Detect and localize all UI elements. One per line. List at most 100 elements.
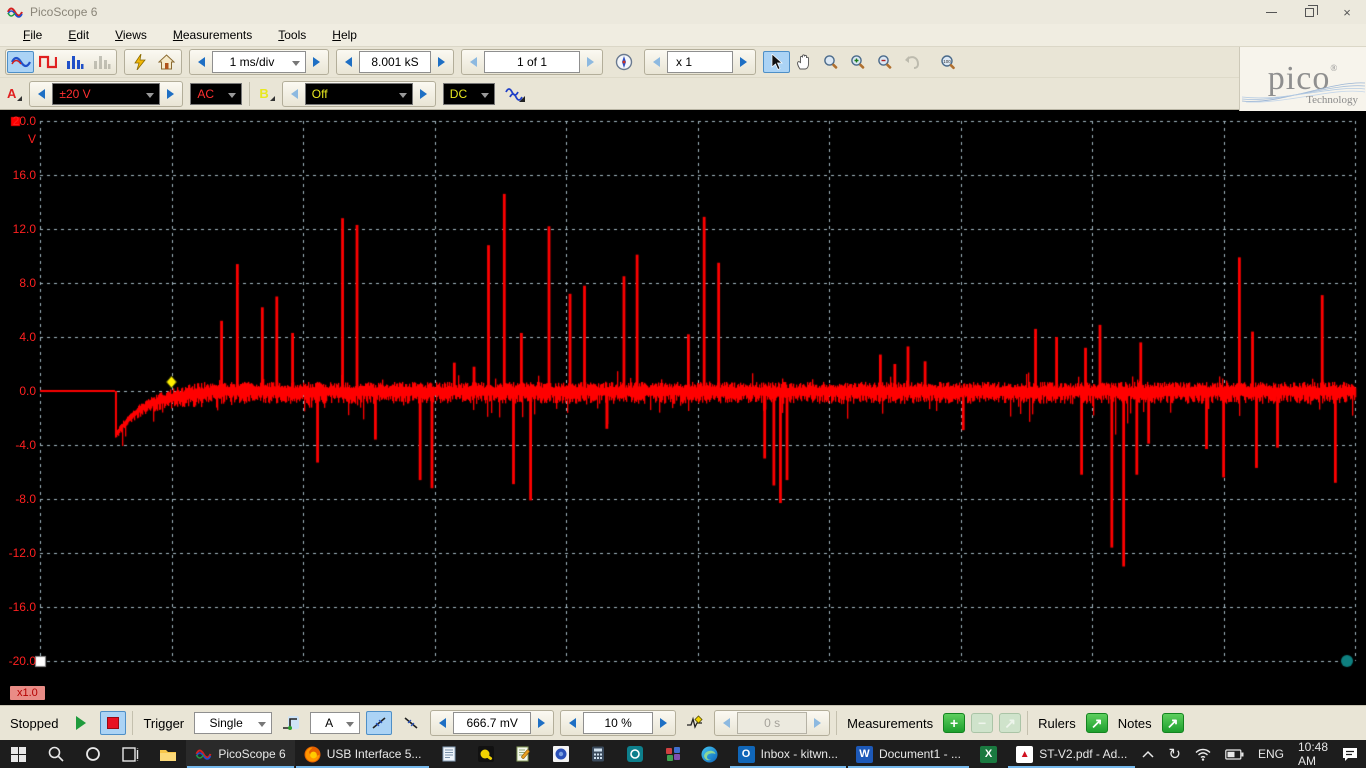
zoom-prev-button[interactable] bbox=[646, 51, 667, 73]
range-a-next-button[interactable] bbox=[160, 83, 181, 105]
menu-edit[interactable]: Edit bbox=[55, 25, 102, 45]
close-button[interactable]: × bbox=[1328, 0, 1366, 24]
trigger-level-field[interactable]: 666.7 mV bbox=[453, 712, 531, 734]
start-button[interactable] bbox=[0, 740, 37, 768]
search-button[interactable] bbox=[37, 740, 74, 768]
taskbar-app-teal[interactable] bbox=[617, 740, 654, 768]
trigger-timing-button[interactable] bbox=[682, 711, 708, 735]
samples-next-button[interactable] bbox=[431, 51, 452, 73]
spectrum-view-button[interactable] bbox=[61, 51, 88, 73]
taskbar-app-excel[interactable]: X bbox=[970, 740, 1007, 768]
menu-measurements[interactable]: Measurements bbox=[160, 25, 265, 45]
add-measurement-button[interactable]: + bbox=[943, 713, 965, 733]
signal-generator-button[interactable] bbox=[502, 83, 529, 105]
edit-measurement-button[interactable]: ↗ bbox=[999, 713, 1021, 733]
tray-sync-icon[interactable]: ↻ bbox=[1162, 740, 1187, 768]
timebase-select[interactable]: 1 ms/div bbox=[212, 51, 306, 73]
channel-b-menu[interactable]: B bbox=[257, 84, 274, 103]
taskbar-app-yellow-tool[interactable] bbox=[468, 740, 505, 768]
channel-a-coupling-select[interactable]: AC bbox=[190, 83, 242, 105]
delay-up-button[interactable] bbox=[807, 712, 828, 734]
channel-b-range-select[interactable]: Off bbox=[305, 83, 413, 105]
zoom-out-tool[interactable] bbox=[871, 51, 898, 73]
minimize-button[interactable] bbox=[1252, 0, 1290, 24]
channel-b-coupling-select[interactable]: DC bbox=[443, 83, 495, 105]
tray-clock[interactable]: 10:48 AM bbox=[1292, 740, 1334, 768]
page-next-button[interactable] bbox=[580, 51, 601, 73]
task-view-button[interactable] bbox=[112, 740, 149, 768]
stop-icon bbox=[107, 717, 119, 729]
zoom-factor-field[interactable]: x 1 bbox=[667, 51, 733, 73]
range-b-prev-button[interactable] bbox=[284, 83, 305, 105]
menu-tools[interactable]: Tools bbox=[265, 25, 319, 45]
start-button[interactable] bbox=[68, 711, 94, 735]
tray-show-hidden-button[interactable] bbox=[1136, 740, 1160, 768]
taskbar-app-outlook[interactable]: O Inbox - kitwn... bbox=[729, 740, 847, 768]
rising-edge-button[interactable] bbox=[366, 711, 392, 735]
level-up-button[interactable] bbox=[531, 712, 552, 734]
trigger-mode-select[interactable]: Single bbox=[194, 712, 272, 734]
delay-down-button[interactable] bbox=[716, 712, 737, 734]
taskbar-app-blue-disc[interactable] bbox=[542, 740, 579, 768]
falling-edge-button[interactable] bbox=[398, 711, 424, 735]
teal-app-icon bbox=[627, 746, 643, 762]
taskbar-app-notepadpp[interactable] bbox=[505, 740, 542, 768]
taskbar-app-notepad[interactable] bbox=[430, 740, 467, 768]
taskbar-app-word[interactable]: W Document1 - ... bbox=[847, 740, 970, 768]
trigger-source-select[interactable]: A bbox=[310, 712, 360, 734]
taskbar-app-firefox[interactable]: USB Interface 5... bbox=[295, 740, 431, 768]
timebase-prev-button[interactable] bbox=[191, 51, 212, 73]
hand-pan-tool[interactable] bbox=[790, 51, 817, 73]
tray-wifi-icon[interactable] bbox=[1189, 740, 1217, 768]
pretrigger-down-button[interactable] bbox=[562, 712, 583, 734]
level-down-button[interactable] bbox=[432, 712, 453, 734]
stop-button[interactable] bbox=[100, 711, 126, 735]
range-a-prev-button[interactable] bbox=[31, 83, 52, 105]
action-center-button[interactable] bbox=[1336, 740, 1364, 768]
taskbar-app-cluster[interactable] bbox=[654, 740, 691, 768]
buffer-navigator-button[interactable] bbox=[610, 51, 637, 73]
samples-prev-button[interactable] bbox=[338, 51, 359, 73]
taskbar-app-calculator[interactable] bbox=[580, 740, 617, 768]
auto-setup-button[interactable] bbox=[126, 51, 153, 73]
page-prev-button[interactable] bbox=[463, 51, 484, 73]
timebase-next-button[interactable] bbox=[306, 51, 327, 73]
tray-battery-icon[interactable] bbox=[1219, 740, 1250, 768]
play-icon bbox=[76, 716, 86, 730]
taskbar-app-picoscope[interactable]: PicoScope 6 bbox=[186, 740, 294, 768]
pre-trigger-field[interactable]: 10 % bbox=[583, 712, 653, 734]
taskbar-app-adobe[interactable]: ▲ ST-V2.pdf - Ad... bbox=[1007, 740, 1136, 768]
menu-views[interactable]: Views bbox=[102, 25, 160, 45]
zoom-100-button[interactable]: 100 bbox=[935, 51, 962, 73]
persistence-view-button[interactable] bbox=[34, 51, 61, 73]
zoom-in-tool[interactable] bbox=[844, 51, 871, 73]
advanced-trigger-button[interactable] bbox=[278, 711, 304, 735]
channel-a-menu[interactable]: A bbox=[5, 84, 22, 103]
spectrum-mode-button-disabled[interactable] bbox=[88, 51, 115, 73]
taskbar-app-edge[interactable] bbox=[691, 740, 728, 768]
normal-selection-tool[interactable] bbox=[763, 51, 790, 73]
zoom-in-icon bbox=[850, 54, 866, 70]
home-settings-button[interactable] bbox=[153, 51, 180, 73]
right-arrow-icon bbox=[438, 57, 445, 67]
remove-measurement-button[interactable]: − bbox=[971, 713, 993, 733]
menu-file[interactable]: File bbox=[10, 25, 55, 45]
rulers-button[interactable]: ↗ bbox=[1086, 713, 1108, 733]
file-explorer-button[interactable] bbox=[149, 740, 186, 768]
y-tick: -8.0 bbox=[0, 492, 36, 506]
scope-view-button[interactable] bbox=[7, 51, 34, 73]
page-field[interactable]: 1 of 1 bbox=[484, 51, 580, 73]
notes-button[interactable]: ↗ bbox=[1162, 713, 1184, 733]
channel-a-range-select[interactable]: ±20 V bbox=[52, 83, 160, 105]
window-zoom-tool[interactable] bbox=[817, 51, 844, 73]
range-b-next-button[interactable] bbox=[413, 83, 434, 105]
undo-zoom-button[interactable] bbox=[898, 51, 925, 73]
samples-field[interactable]: 8.001 kS bbox=[359, 51, 431, 73]
tray-language[interactable]: ENG bbox=[1252, 740, 1290, 768]
restore-button[interactable] bbox=[1290, 0, 1328, 24]
menu-help[interactable]: Help bbox=[319, 25, 370, 45]
cortana-button[interactable] bbox=[75, 740, 112, 768]
pretrigger-up-button[interactable] bbox=[653, 712, 674, 734]
zoom-next-button[interactable] bbox=[733, 51, 754, 73]
waveform-canvas[interactable] bbox=[0, 110, 1366, 705]
